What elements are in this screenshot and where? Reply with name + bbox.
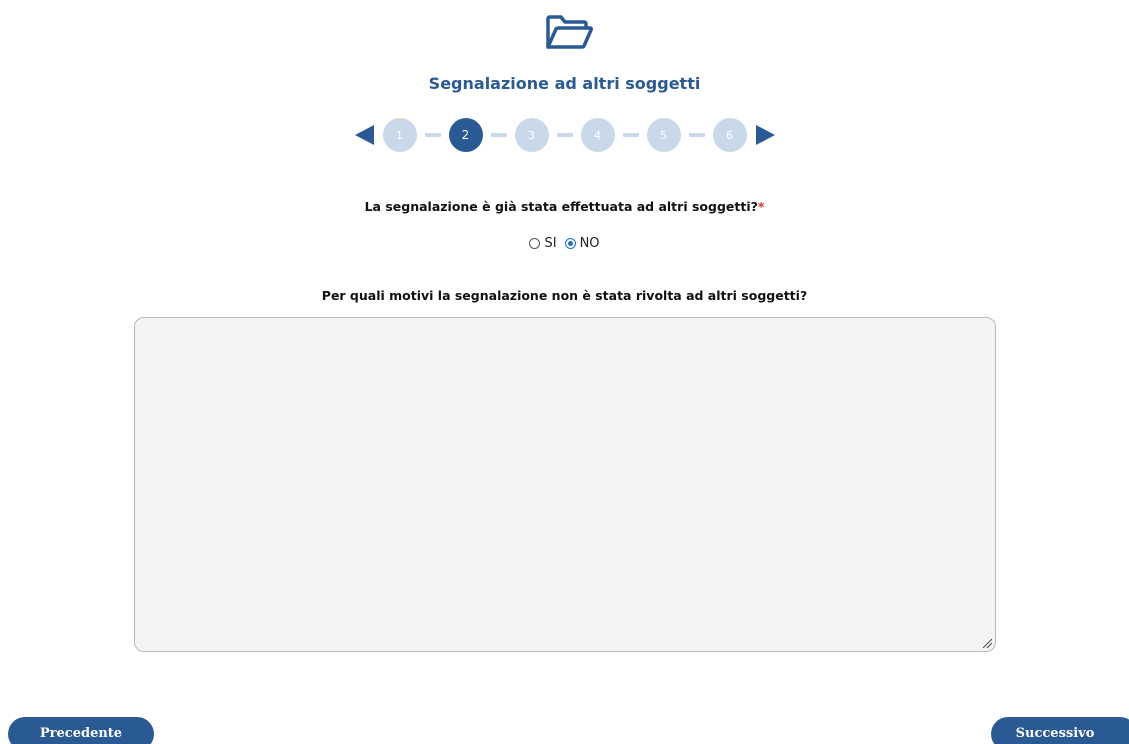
radio-si[interactable]	[529, 238, 541, 249]
next-button[interactable]: Successivo	[991, 717, 1129, 744]
step-6[interactable]: 6	[712, 118, 747, 152]
question-2-label: Per quali motivi la segnalazione non è s…	[321, 288, 808, 303]
arrow-right-icon[interactable]	[755, 125, 775, 145]
step-5[interactable]: 5	[646, 118, 681, 152]
step-connector	[490, 133, 507, 137]
step-connector	[424, 133, 441, 137]
step-connector	[622, 133, 639, 137]
step-3[interactable]: 3	[514, 118, 549, 152]
motivation-textarea[interactable]	[134, 317, 996, 652]
radio-no[interactable]	[564, 238, 576, 249]
step-2[interactable]: 2	[448, 118, 483, 152]
arrow-left-icon[interactable]	[354, 125, 374, 145]
step-1[interactable]: 1	[382, 118, 417, 152]
question-1-text: La segnalazione è già stata effettuata a…	[364, 199, 758, 214]
step-4[interactable]: 4	[580, 118, 615, 152]
previous-button-label: Precedente	[39, 725, 123, 741]
stepper: 1 2 3 4 5 6	[0, 118, 1129, 152]
step-connector	[556, 133, 573, 137]
previous-button[interactable]: Precedente	[8, 717, 154, 744]
question-1-label: La segnalazione è già stata effettuata a…	[0, 199, 1129, 214]
resize-handle-icon[interactable]	[981, 637, 993, 649]
page: Segnalazione ad altri soggetti 1 2 3 4 5…	[0, 0, 1129, 744]
next-button-label: Successivo	[1015, 725, 1095, 741]
radio-si-label: SI	[544, 236, 557, 251]
folder-open-icon	[546, 15, 594, 49]
required-marker: *	[757, 199, 765, 214]
radio-option-no[interactable]: NO	[564, 236, 600, 251]
step-connector	[688, 133, 705, 137]
radio-no-label: NO	[579, 236, 600, 251]
radio-option-si[interactable]: SI	[529, 236, 557, 251]
page-title: Segnalazione ad altri soggetti	[428, 74, 701, 93]
radio-group: SI NO	[0, 236, 1129, 251]
